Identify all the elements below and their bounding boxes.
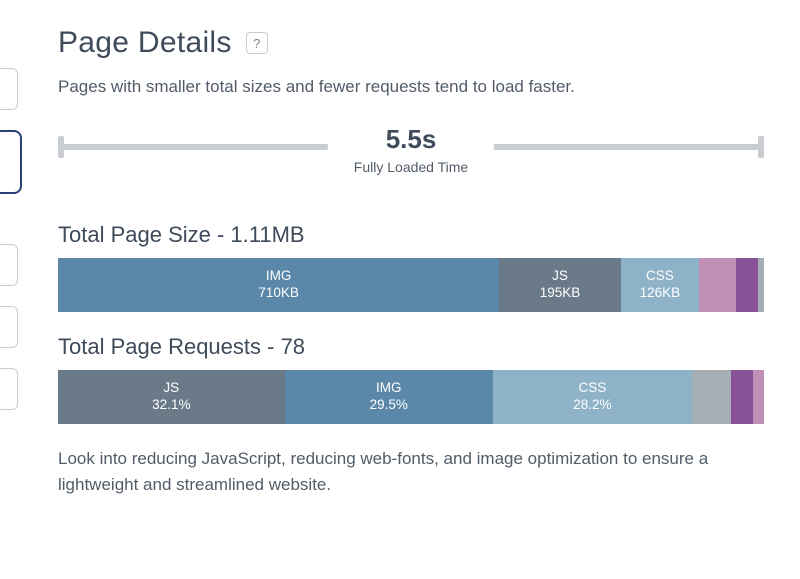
bar-segment-other[interactable] [692, 370, 731, 424]
segment-label: JS [552, 268, 568, 285]
sidebar-tab-stub[interactable] [0, 368, 18, 410]
segment-label: IMG [376, 380, 402, 397]
bar-segment-font[interactable] [736, 258, 758, 312]
segment-label: JS [163, 380, 179, 397]
fully-loaded-ruler: 5.5s Fully Loaded Time [58, 134, 764, 204]
segment-label: IMG [266, 268, 292, 285]
page-details-panel: Page Details ? Pages with smaller total … [0, 0, 800, 498]
bar-segment-js[interactable]: JS32.1% [58, 370, 285, 424]
segment-value: 29.5% [370, 397, 408, 414]
sidebar-tab-stub[interactable] [0, 306, 18, 348]
bar-segment-other[interactable] [699, 258, 736, 312]
sidebar-tab-active[interactable] [0, 130, 22, 194]
help-icon[interactable]: ? [246, 32, 268, 54]
segment-value: 126KB [640, 285, 681, 302]
ruler-tick-start [58, 136, 64, 158]
total-page-requests-title: Total Page Requests - 78 [58, 334, 764, 360]
title-row: Page Details ? [58, 26, 764, 60]
ruler-center-block: 5.5s Fully Loaded Time [328, 124, 494, 175]
segment-label: CSS [579, 380, 607, 397]
segment-value: 32.1% [152, 397, 190, 414]
bar-segment-font[interactable] [731, 370, 754, 424]
total-page-size-bar: IMG710KBJS195KBCSS126KB [58, 258, 764, 312]
fully-loaded-label: Fully Loaded Time [354, 159, 468, 175]
total-page-size-title: Total Page Size - 1.11MB [58, 222, 764, 248]
page-title: Page Details [58, 26, 232, 60]
fully-loaded-value: 5.5s [354, 124, 468, 155]
segment-value: 28.2% [573, 397, 611, 414]
bar-segment-css[interactable]: CSS126KB [621, 258, 699, 312]
bar-segment-img[interactable]: IMG29.5% [285, 370, 493, 424]
tip-text: Look into reducing JavaScript, reducing … [58, 446, 764, 499]
segment-label: CSS [646, 268, 674, 285]
segment-value: 710KB [258, 285, 299, 302]
total-page-requests-bar: JS32.1%IMG29.5%CSS28.2% [58, 370, 764, 424]
sidebar-tab-stub[interactable] [0, 68, 18, 110]
bar-segment-js[interactable]: JS195KB [499, 258, 620, 312]
bar-segment-css[interactable]: CSS28.2% [493, 370, 692, 424]
lead-text: Pages with smaller total sizes and fewer… [58, 74, 764, 100]
sidebar-tab-stub[interactable] [0, 244, 18, 286]
bar-segment-img[interactable]: IMG710KB [58, 258, 499, 312]
bar-segment-html[interactable] [758, 258, 764, 312]
segment-value: 195KB [540, 285, 581, 302]
bar-segment-html[interactable] [753, 370, 764, 424]
ruler-tick-end [758, 136, 764, 158]
